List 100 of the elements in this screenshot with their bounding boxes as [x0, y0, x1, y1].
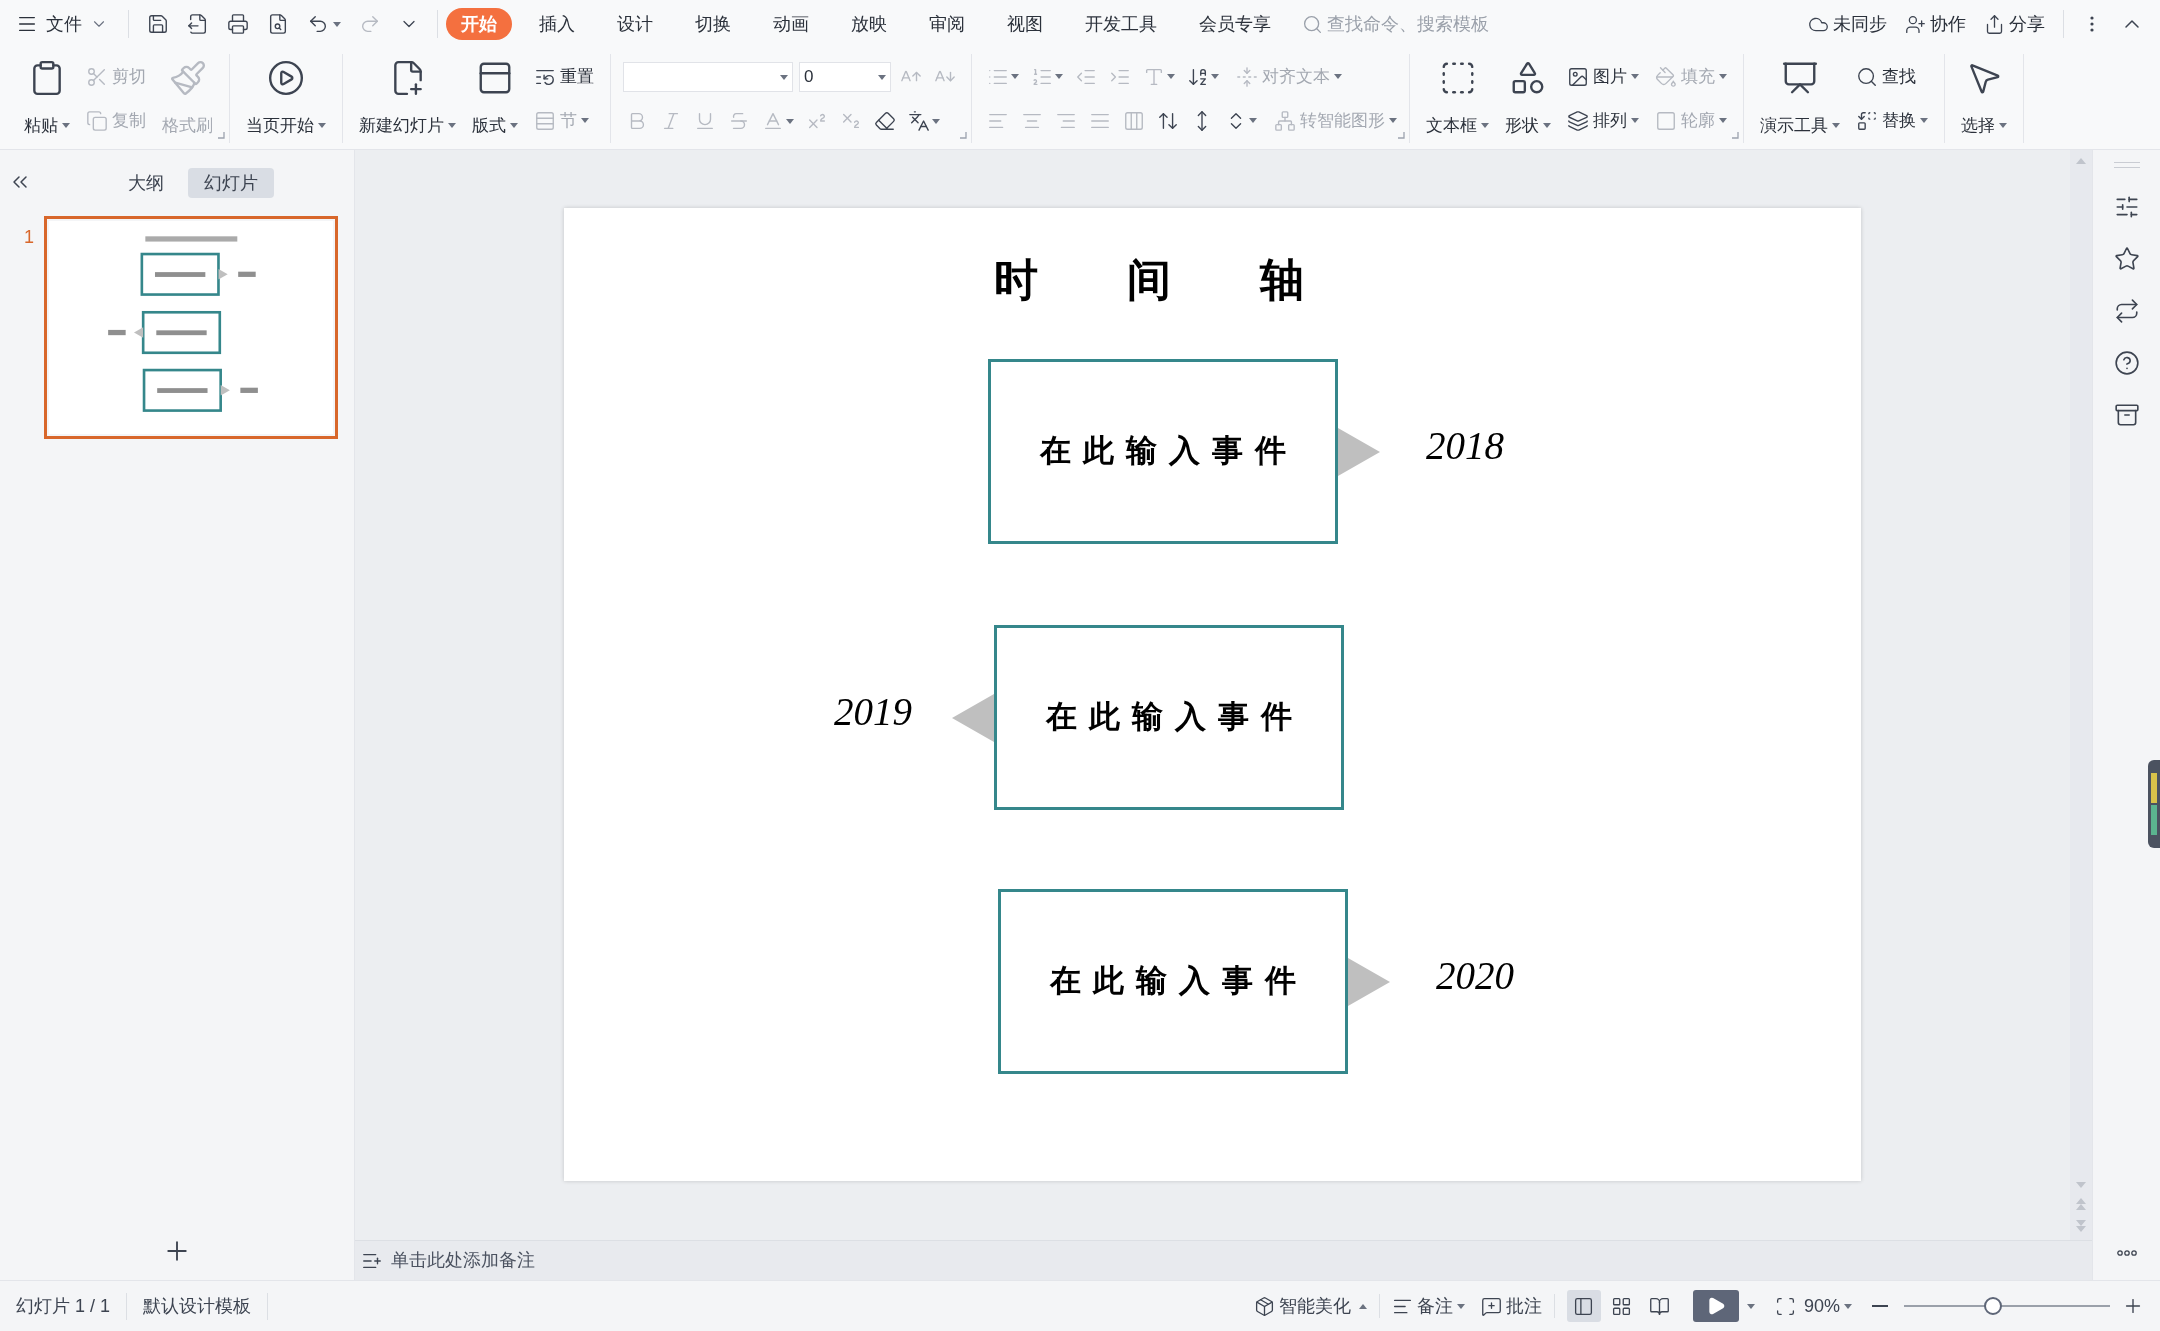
ribbon-button[interactable]: 演示工具 [1752, 54, 1848, 143]
play-button[interactable] [1692, 1290, 1739, 1322]
header-action[interactable]: 协作 [1905, 10, 1966, 38]
menu-tab[interactable]: 切换 [680, 8, 746, 40]
menu-tab[interactable]: 审阅 [914, 8, 980, 40]
caret-icon [786, 118, 794, 124]
caret-icon [448, 123, 456, 129]
menu-tab[interactable]: 动画 [758, 8, 824, 40]
caret-icon [1211, 74, 1219, 79]
slide-number: 1 [24, 226, 35, 249]
image-icon [1567, 65, 1589, 88]
view-button[interactable] [1566, 1290, 1601, 1322]
ribbon-button[interactable]: 选择 [1953, 54, 2015, 143]
menu-tab[interactable]: 开发工具 [1070, 8, 1172, 40]
side-tool-button[interactable] [2113, 246, 2140, 272]
caret-icon [1334, 74, 1342, 79]
ribbon-button[interactable]: 当页开始 [238, 54, 334, 143]
export-icon [187, 13, 209, 35]
header-action[interactable]: 分享 [1984, 10, 2045, 38]
menu-tab[interactable]: 插入 [524, 8, 590, 40]
beautify-button[interactable]: 智能美化 [1253, 1292, 1367, 1320]
fit-icon [1774, 1295, 1796, 1317]
print-icon [227, 13, 249, 35]
caret-icon [581, 118, 589, 123]
panel-tab[interactable]: 大纲 [112, 168, 180, 198]
more-horizontal-icon [2116, 1250, 2137, 1256]
section-icon [534, 109, 556, 132]
vertical-scrollbar[interactable] [2070, 150, 2092, 1240]
notes-button[interactable]: 备注 [1391, 1292, 1465, 1320]
phonetic-icon [908, 110, 930, 132]
side-tool-button[interactable] [2113, 350, 2140, 376]
year-label: 2018 [1426, 425, 1504, 465]
caret-icon [1389, 118, 1397, 123]
ribbon-button[interactable]: 版式 [464, 54, 526, 143]
ribbon-button[interactable]: 文本框 [1418, 54, 1497, 143]
side-tool-button[interactable] [2113, 194, 2140, 220]
caret-icon [932, 118, 940, 124]
fit-window-button[interactable] [1774, 1295, 1796, 1317]
swap-icon [2113, 298, 2140, 324]
caret-icon [510, 123, 518, 129]
menu-tab[interactable]: 放映 [836, 8, 902, 40]
arrow-icon [952, 693, 994, 742]
year-label: 2019 [834, 691, 912, 731]
ribbon-button[interactable]: 重置 [530, 63, 598, 90]
ribbon-button[interactable]: 形状 [1497, 54, 1559, 143]
previous-slide-icon [2076, 1198, 2086, 1210]
redo-icon [359, 13, 381, 35]
reading-view-icon [1649, 1295, 1671, 1317]
menu-tab[interactable]: 设计 [602, 8, 668, 40]
ribbon-button[interactable]: 图片 [1563, 63, 1643, 90]
comments-button[interactable]: 批注 [1480, 1292, 1542, 1320]
brush-icon [168, 58, 207, 97]
scissors-icon [86, 65, 108, 88]
file-menu[interactable]: 文件 [16, 10, 120, 38]
undo-icon [307, 13, 329, 35]
event-text: 在此输入事件 [1048, 962, 1308, 1001]
smart-art-icon [1274, 109, 1296, 132]
replace-icon [1856, 109, 1878, 132]
archive-icon [2113, 402, 2140, 428]
toolbar-button[interactable] [225, 11, 251, 37]
ribbon-button[interactable]: 粘贴 [16, 54, 78, 143]
ribbon-button[interactable]: 查找 [1852, 63, 1932, 90]
panel-tab[interactable]: 幻灯片 [188, 168, 274, 198]
print-preview-icon [267, 13, 289, 35]
caret-icon [1481, 123, 1489, 129]
ribbon-button[interactable]: 新建幻灯片 [351, 54, 464, 143]
cube-icon [1253, 1295, 1275, 1317]
caret-icon [1999, 123, 2007, 129]
next-slide-icon [2076, 1220, 2086, 1232]
layers-icon [1567, 109, 1589, 132]
normal-view-icon [1573, 1295, 1595, 1317]
notes-bar[interactable]: 单击此处添加备注 [355, 1240, 2092, 1280]
font-name-field[interactable] [623, 62, 793, 92]
caret-icon [1746, 1303, 1755, 1309]
caret-icon [1844, 1303, 1852, 1309]
font-size-field[interactable]: 0 [799, 62, 891, 92]
command-search[interactable]: 查找命令、搜索模板 [1302, 10, 1527, 38]
ribbon-button[interactable]: 替换 [1852, 107, 1932, 134]
menu-tab[interactable]: 会员专享 [1184, 8, 1286, 40]
menu-tab[interactable]: 视图 [992, 8, 1058, 40]
event-text: 在此输入事件 [1044, 698, 1304, 737]
align-text-icon [1236, 65, 1258, 88]
notes-placeholder: 单击此处添加备注 [391, 1249, 535, 1272]
zoom-level[interactable]: 90% [1803, 1292, 1852, 1320]
side-tool-button[interactable] [2113, 298, 2140, 324]
level-meter-tab[interactable] [2148, 760, 2160, 848]
caret-icon [318, 123, 326, 129]
caret-icon [1456, 1303, 1465, 1309]
scroll-up-icon [2076, 158, 2086, 164]
ribbon-button[interactable]: 排列 [1563, 107, 1643, 134]
year-label: 2020 [1436, 955, 1514, 995]
side-tool-button[interactable] [2113, 402, 2140, 428]
font-color-icon [762, 110, 784, 132]
caret-icon [878, 74, 886, 80]
header-action[interactable]: 未同步 [1808, 10, 1887, 38]
event-text: 在此输入事件 [1038, 432, 1298, 471]
minus-icon [1872, 1305, 1888, 1307]
zoom-slider[interactable] [1904, 1296, 2110, 1316]
caret-icon [1055, 74, 1063, 79]
zoom-slider-thumb[interactable] [1983, 1297, 2002, 1315]
